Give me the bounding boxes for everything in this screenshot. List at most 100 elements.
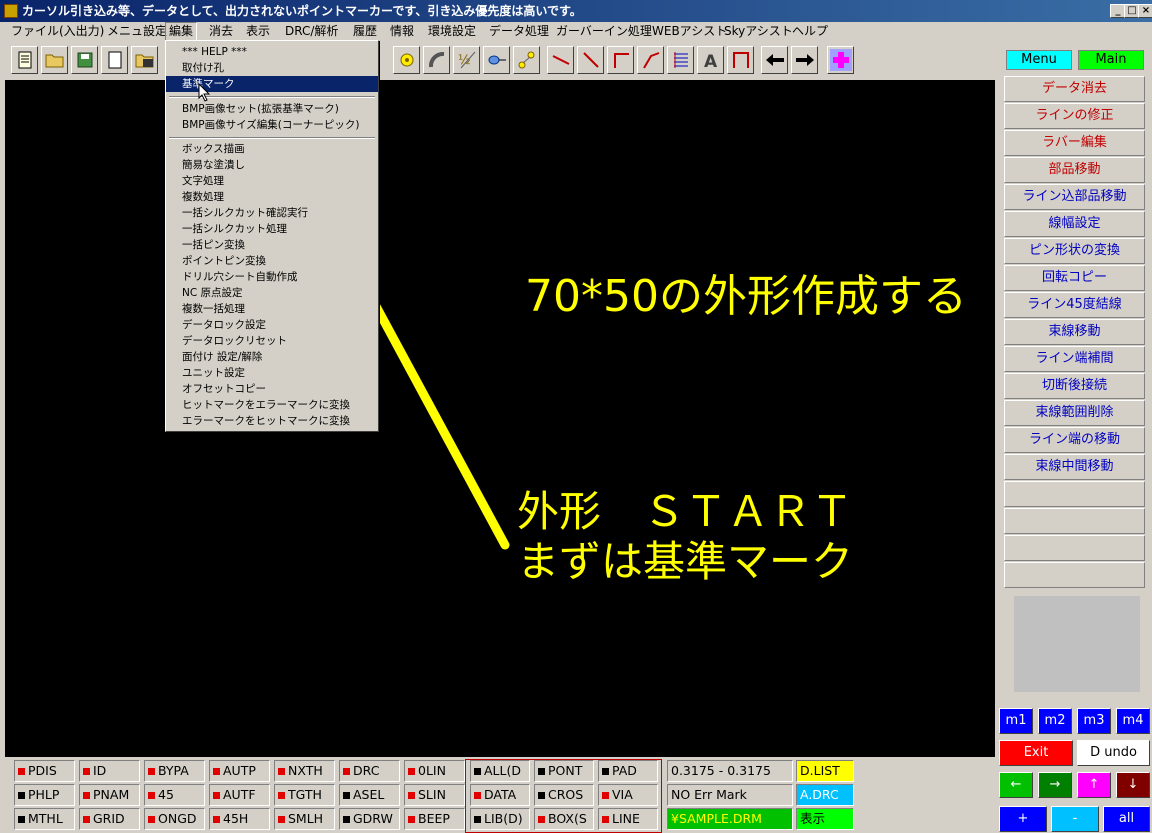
toggle-autf[interactable]: AUTF xyxy=(209,784,270,806)
panel-btn-rubber-edit[interactable]: ラバー編集 xyxy=(1004,130,1145,156)
panel-btn-empty[interactable] xyxy=(1004,535,1145,561)
dropdown-item-box-draw[interactable]: ボックス描画 xyxy=(166,141,378,157)
m3-button[interactable]: m3 xyxy=(1077,708,1111,734)
open-file-icon[interactable] xyxy=(131,46,158,74)
panel-btn-line-fix[interactable]: ラインの修正 xyxy=(1004,103,1145,129)
m4-button[interactable]: m4 xyxy=(1116,708,1150,734)
select-pont[interactable]: PONT xyxy=(534,760,594,782)
corner-line-icon[interactable] xyxy=(607,46,634,74)
toggle-autp[interactable]: AUTP xyxy=(209,760,270,782)
panel-btn-line-width[interactable]: 線幅設定 xyxy=(1004,211,1145,237)
toggle-asel[interactable]: ASEL xyxy=(339,784,400,806)
menu-view[interactable]: 表示 xyxy=(243,22,273,40)
menu-erase[interactable]: 消去 xyxy=(206,22,236,40)
menu-help[interactable]: ヘルプ xyxy=(789,22,831,40)
select-libd[interactable]: LIB(D) xyxy=(470,808,530,830)
arrow-right-button[interactable]: → xyxy=(1038,772,1072,798)
add-plus-icon[interactable] xyxy=(827,46,854,74)
toggle-drc[interactable]: DRC xyxy=(339,760,400,782)
arrow-left-icon[interactable] xyxy=(761,46,788,74)
exit-button[interactable]: Exit xyxy=(999,740,1073,766)
toggle-pdis[interactable]: PDIS xyxy=(14,760,75,782)
arrow-up-button[interactable]: ↑ xyxy=(1077,772,1111,798)
menu-file[interactable]: ファイル(入出力) xyxy=(8,22,107,40)
probe-tool-icon[interactable] xyxy=(483,46,510,74)
new-list-icon[interactable] xyxy=(11,46,38,74)
dropdown-item-batch[interactable]: 複数一括処理 xyxy=(166,301,378,317)
toggle-tgth[interactable]: TGTH xyxy=(274,784,335,806)
menu-history[interactable]: 履歴 xyxy=(350,22,380,40)
select-boxs[interactable]: BOX(S xyxy=(534,808,594,830)
dimension-tool-icon[interactable] xyxy=(727,46,754,74)
toggle-beep[interactable]: BEEP xyxy=(404,808,465,830)
toggle-mthl[interactable]: MTHL xyxy=(14,808,75,830)
display-button[interactable]: 表示 xyxy=(796,808,854,830)
toggle-nxth[interactable]: NXTH xyxy=(274,760,335,782)
toggle-45[interactable]: 45 xyxy=(144,784,205,806)
panel-btn-rotate-copy[interactable]: 回転コピー xyxy=(1004,265,1145,291)
arrow-right-icon[interactable] xyxy=(791,46,818,74)
panel-btn-empty[interactable] xyxy=(1004,481,1145,507)
dropdown-item-help[interactable]: *** HELP *** xyxy=(166,44,378,60)
menu-settings[interactable]: メニュ設定 xyxy=(104,22,170,40)
menu-info[interactable]: 情報 xyxy=(387,22,417,40)
panel-btn-empty[interactable] xyxy=(1004,562,1145,588)
dropdown-item-fill[interactable]: 簡易な塗潰し xyxy=(166,157,378,173)
toggle-id[interactable]: ID xyxy=(79,760,140,782)
dropdown-item-bmp-size[interactable]: BMP画像サイズ編集(コーナーピック) xyxy=(166,117,378,133)
dropdown-item-silk-cut[interactable]: 一括シルクカット処理 xyxy=(166,221,378,237)
arrow-down-button[interactable]: ↓ xyxy=(1116,772,1150,798)
toggle-gdrw[interactable]: GDRW xyxy=(339,808,400,830)
dropdown-item-mount-hole[interactable]: 取付け孔 xyxy=(166,60,378,76)
toggle-slin[interactable]: SLIN xyxy=(404,784,465,806)
panel-btn-part-move[interactable]: 部品移動 xyxy=(1004,157,1145,183)
dropdown-item-panelize[interactable]: 面付け 設定/解除 xyxy=(166,349,378,365)
panel-btn-line-45[interactable]: ライン45度結線 xyxy=(1004,292,1145,318)
select-via[interactable]: VIA xyxy=(598,784,658,806)
dropdown-item-point-pin[interactable]: ポイントピン変換 xyxy=(166,253,378,269)
panel-btn-bundle-mid-move[interactable]: 束線中間移動 xyxy=(1004,454,1145,480)
undo-button[interactable]: D undo xyxy=(1077,740,1150,766)
node-tool-icon[interactable] xyxy=(513,46,540,74)
drawing-canvas[interactable]: 70*50の外形作成する 外形 ＳＴＡＲＴ まずは基準マーク xyxy=(5,80,995,757)
dropdown-item-hit-to-error[interactable]: ヒットマークをエラーマークに変換 xyxy=(166,397,378,413)
dropdown-item-silk-check[interactable]: 一括シルクカット確認実行 xyxy=(166,205,378,221)
dropdown-item-bmp-set[interactable]: BMP画像セット(拡張基準マーク) xyxy=(166,101,378,117)
toggle-ongd[interactable]: ONGD xyxy=(144,808,205,830)
menu-edit[interactable]: 編集 xyxy=(165,22,198,42)
blank-page-icon[interactable] xyxy=(101,46,128,74)
dropdown-item-data-unlock[interactable]: データロックリセット xyxy=(166,333,378,349)
toggle-phlp[interactable]: PHLP xyxy=(14,784,75,806)
dlist-button[interactable]: D.LIST xyxy=(796,760,854,782)
save-icon[interactable] xyxy=(71,46,98,74)
menu-gerber[interactable]: ガーバーイン処理 xyxy=(553,22,655,40)
toggle-bypa[interactable]: BYPA xyxy=(144,760,205,782)
select-pad[interactable]: PAD xyxy=(598,760,658,782)
select-cros[interactable]: CROS xyxy=(534,784,594,806)
panel-btn-bundle-move[interactable]: 束線移動 xyxy=(1004,319,1145,345)
select-alld[interactable]: ALL(D xyxy=(470,760,530,782)
dropdown-item-nc-origin[interactable]: NC 原点設定 xyxy=(166,285,378,301)
line-tool-icon[interactable] xyxy=(547,46,574,74)
panel-btn-cut-connect[interactable]: 切断後接続 xyxy=(1004,373,1145,399)
dropdown-item-text[interactable]: 文字処理 xyxy=(166,173,378,189)
text-tool-icon[interactable]: A xyxy=(697,46,724,74)
dropdown-item-unit[interactable]: ユニット設定 xyxy=(166,365,378,381)
toggle-45h[interactable]: 45H xyxy=(209,808,270,830)
menu-data[interactable]: データ処理 xyxy=(486,22,552,40)
panel-btn-line-part-move[interactable]: ライン込部品移動 xyxy=(1004,184,1145,210)
adrc-button[interactable]: A.DRC xyxy=(796,784,854,806)
dropdown-item-offset-copy[interactable]: オフセットコピー xyxy=(166,381,378,397)
m2-button[interactable]: m2 xyxy=(1038,708,1072,734)
menu-drc[interactable]: DRC/解析 xyxy=(282,22,341,40)
dropdown-item-multi[interactable]: 複数処理 xyxy=(166,189,378,205)
diagonal-line-icon[interactable] xyxy=(577,46,604,74)
menu-env[interactable]: 環境設定 xyxy=(425,22,479,40)
panel-btn-line-end-interp[interactable]: ライン端補間 xyxy=(1004,346,1145,372)
toggle-0lin[interactable]: 0LIN xyxy=(404,760,465,782)
open-folder-icon[interactable] xyxy=(41,46,68,74)
tab-menu[interactable]: Menu xyxy=(1006,50,1072,70)
multi-line-icon[interactable] xyxy=(667,46,694,74)
zoom-in-button[interactable]: + xyxy=(999,806,1047,832)
toggle-smlh[interactable]: SMLH xyxy=(274,808,335,830)
